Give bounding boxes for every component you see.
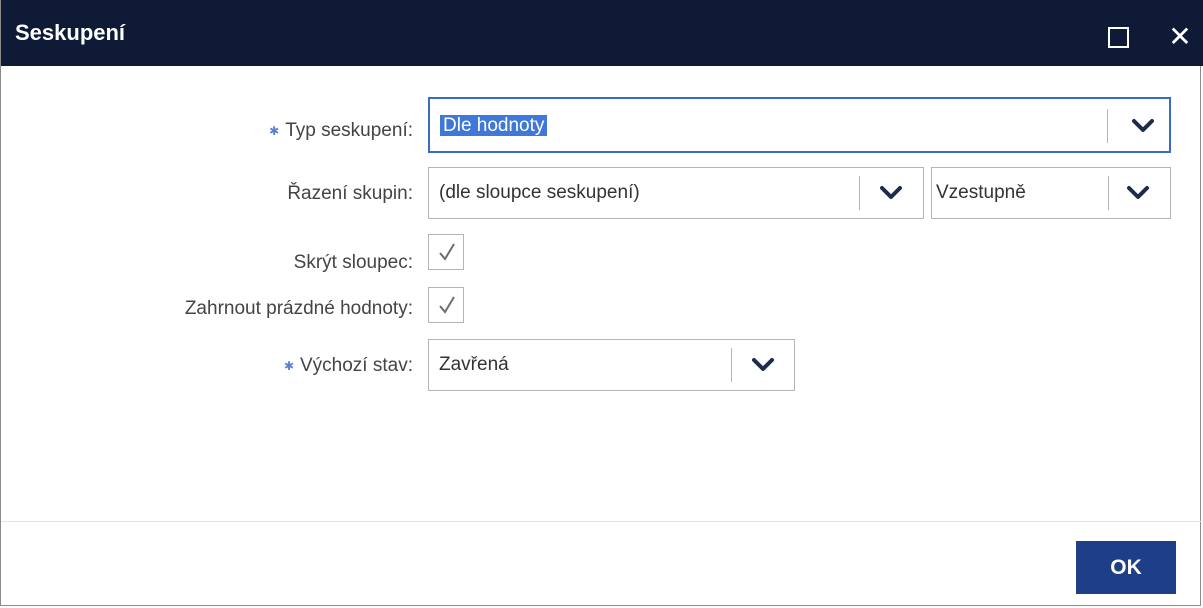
group-type-value-text: Dle hodnoty [440, 115, 548, 136]
maximize-icon [1108, 27, 1129, 48]
select-divider [859, 176, 860, 210]
select-divider [1107, 109, 1108, 143]
group-type-label: ✱ Typ seskupení: [269, 119, 413, 143]
sort-direction-value: Vzestupně [936, 182, 1026, 203]
hide-column-label: Skrýt sloupec: [293, 252, 413, 273]
select-divider [1108, 176, 1109, 210]
group-type-label-text: Typ seskupení: [285, 120, 413, 142]
required-icon: ✱ [269, 124, 280, 138]
checkmark-icon [439, 296, 455, 314]
ok-button[interactable]: OK [1076, 541, 1176, 594]
grouping-dialog: Seskupení ✕ ✱ Typ seskupení: Dle hodnoty … [0, 0, 1203, 606]
default-state-select[interactable]: Zavřená [428, 339, 795, 391]
hide-column-checkbox[interactable] [428, 234, 464, 270]
sort-direction-select[interactable]: Vzestupně [931, 167, 1171, 219]
close-icon: ✕ [1168, 21, 1192, 52]
group-sort-select[interactable]: (dle sloupce seskupení) [428, 167, 924, 219]
default-state-label-text: Výchozí stav: [300, 355, 413, 377]
include-empty-checkbox[interactable] [428, 287, 464, 323]
chevron-down-icon[interactable] [749, 351, 777, 379]
maximize-button[interactable] [1108, 27, 1132, 51]
group-type-value: Dle hodnoty [440, 113, 548, 139]
group-sort-value: (dle sloupce seskupení) [439, 182, 640, 203]
required-icon: ✱ [283, 359, 294, 373]
chevron-down-icon[interactable] [1124, 179, 1152, 207]
chevron-down-icon[interactable] [1129, 112, 1157, 140]
include-empty-label: Zahrnout prázdné hodnoty: [184, 298, 413, 319]
checkmark-icon [439, 243, 455, 261]
dialog-title: Seskupení [15, 20, 126, 45]
select-divider [731, 348, 732, 382]
close-button[interactable]: ✕ [1165, 22, 1195, 52]
group-type-select[interactable]: Dle hodnoty [428, 97, 1171, 153]
group-sort-label: Řazení skupin: [287, 183, 413, 204]
footer-divider [1, 521, 1202, 522]
default-state-value: Zavřená [439, 354, 509, 375]
default-state-label: ✱ Výchozí stav: [284, 354, 413, 378]
dialog-titlebar: Seskupení ✕ [1, 0, 1203, 66]
chevron-down-icon[interactable] [877, 179, 905, 207]
